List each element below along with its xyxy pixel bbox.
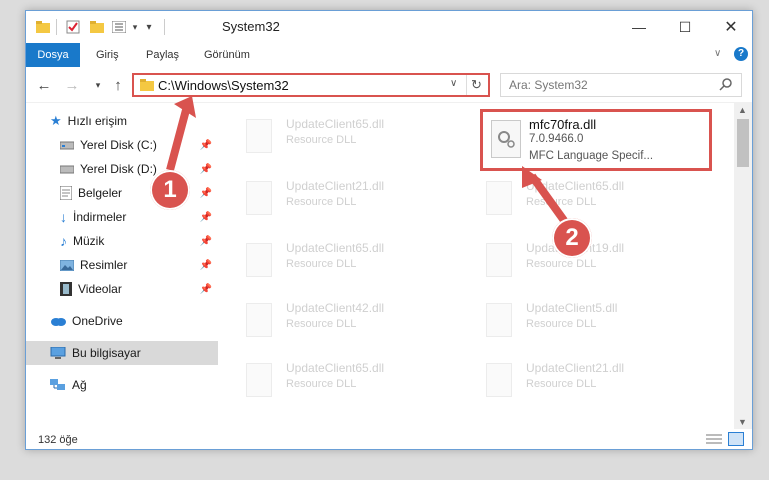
arrow-1-shaft (166, 108, 190, 172)
annotation-arrows (166, 96, 572, 229)
step-2-badge: 2 (552, 218, 592, 258)
arrow-2-shaft (528, 173, 572, 229)
step-1-badge: 1 (150, 170, 190, 210)
